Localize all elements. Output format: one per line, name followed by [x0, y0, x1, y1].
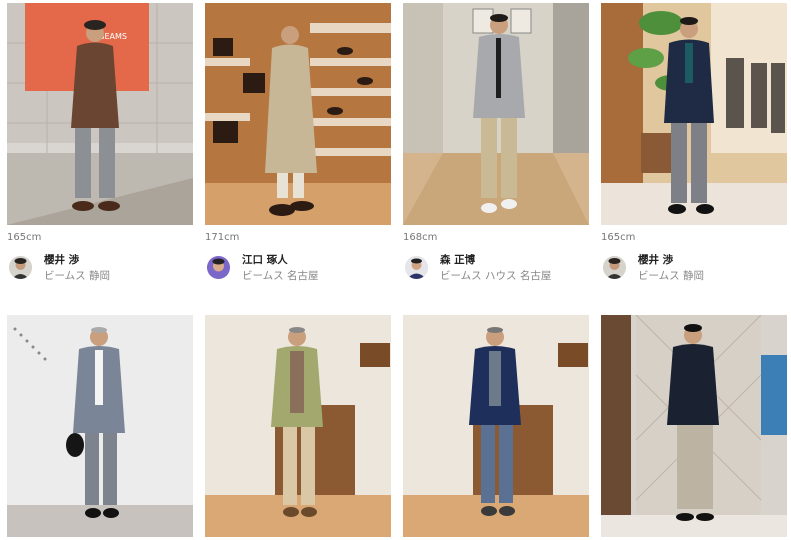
snap-photo[interactable]: BEAMS	[7, 3, 193, 225]
staff-profile-link[interactable]: 森 正博 ビームス ハウス 名古屋	[403, 250, 589, 282]
staff-height: 168cm	[403, 232, 438, 243]
avatar	[207, 256, 230, 279]
staff-name: 江口 琢人	[242, 254, 288, 266]
outfit-photo-storefront: BEAMS	[7, 3, 193, 225]
avatar	[405, 256, 428, 279]
snap-photo[interactable]	[7, 315, 193, 537]
shop-name: ビームス 静岡	[44, 270, 111, 282]
shop-name: ビームス 静岡	[638, 270, 705, 282]
outfit-photo-hallway	[403, 3, 589, 225]
outfit-photo-white-wall	[7, 315, 193, 537]
outfit-photo-shoe-shelf	[205, 3, 391, 225]
staff-name: 森 正博	[440, 254, 476, 266]
shop-name: ビームス ハウス 名古屋	[440, 270, 552, 282]
avatar	[603, 256, 626, 279]
outfit-photo-diamond-wall	[601, 315, 787, 537]
snap-photo[interactable]	[403, 315, 589, 537]
shop-name: ビームス 名古屋	[242, 270, 319, 282]
snap-photo[interactable]	[205, 315, 391, 537]
snap-photo[interactable]	[601, 315, 787, 537]
staff-height: 165cm	[601, 232, 636, 243]
outfit-photo-store-interior	[601, 3, 787, 225]
staff-height: 165cm	[7, 232, 42, 243]
snap-photo[interactable]	[205, 3, 391, 225]
staff-profile-link[interactable]: 櫻井 渉 ビームス 静岡	[7, 250, 193, 282]
snap-photo[interactable]	[601, 3, 787, 225]
staff-name: 櫻井 渉	[638, 254, 674, 266]
staff-name: 櫻井 渉	[44, 254, 80, 266]
staff-profile-link[interactable]: 櫻井 渉 ビームス 静岡	[601, 250, 787, 282]
snap-photo[interactable]	[403, 3, 589, 225]
avatar	[9, 256, 32, 279]
outfit-photo-wood-wall	[205, 315, 391, 537]
outfit-photo-wood-wall-2	[403, 315, 589, 537]
staff-profile-link[interactable]: 江口 琢人 ビームス 名古屋	[205, 250, 391, 282]
staff-height: 171cm	[205, 232, 240, 243]
